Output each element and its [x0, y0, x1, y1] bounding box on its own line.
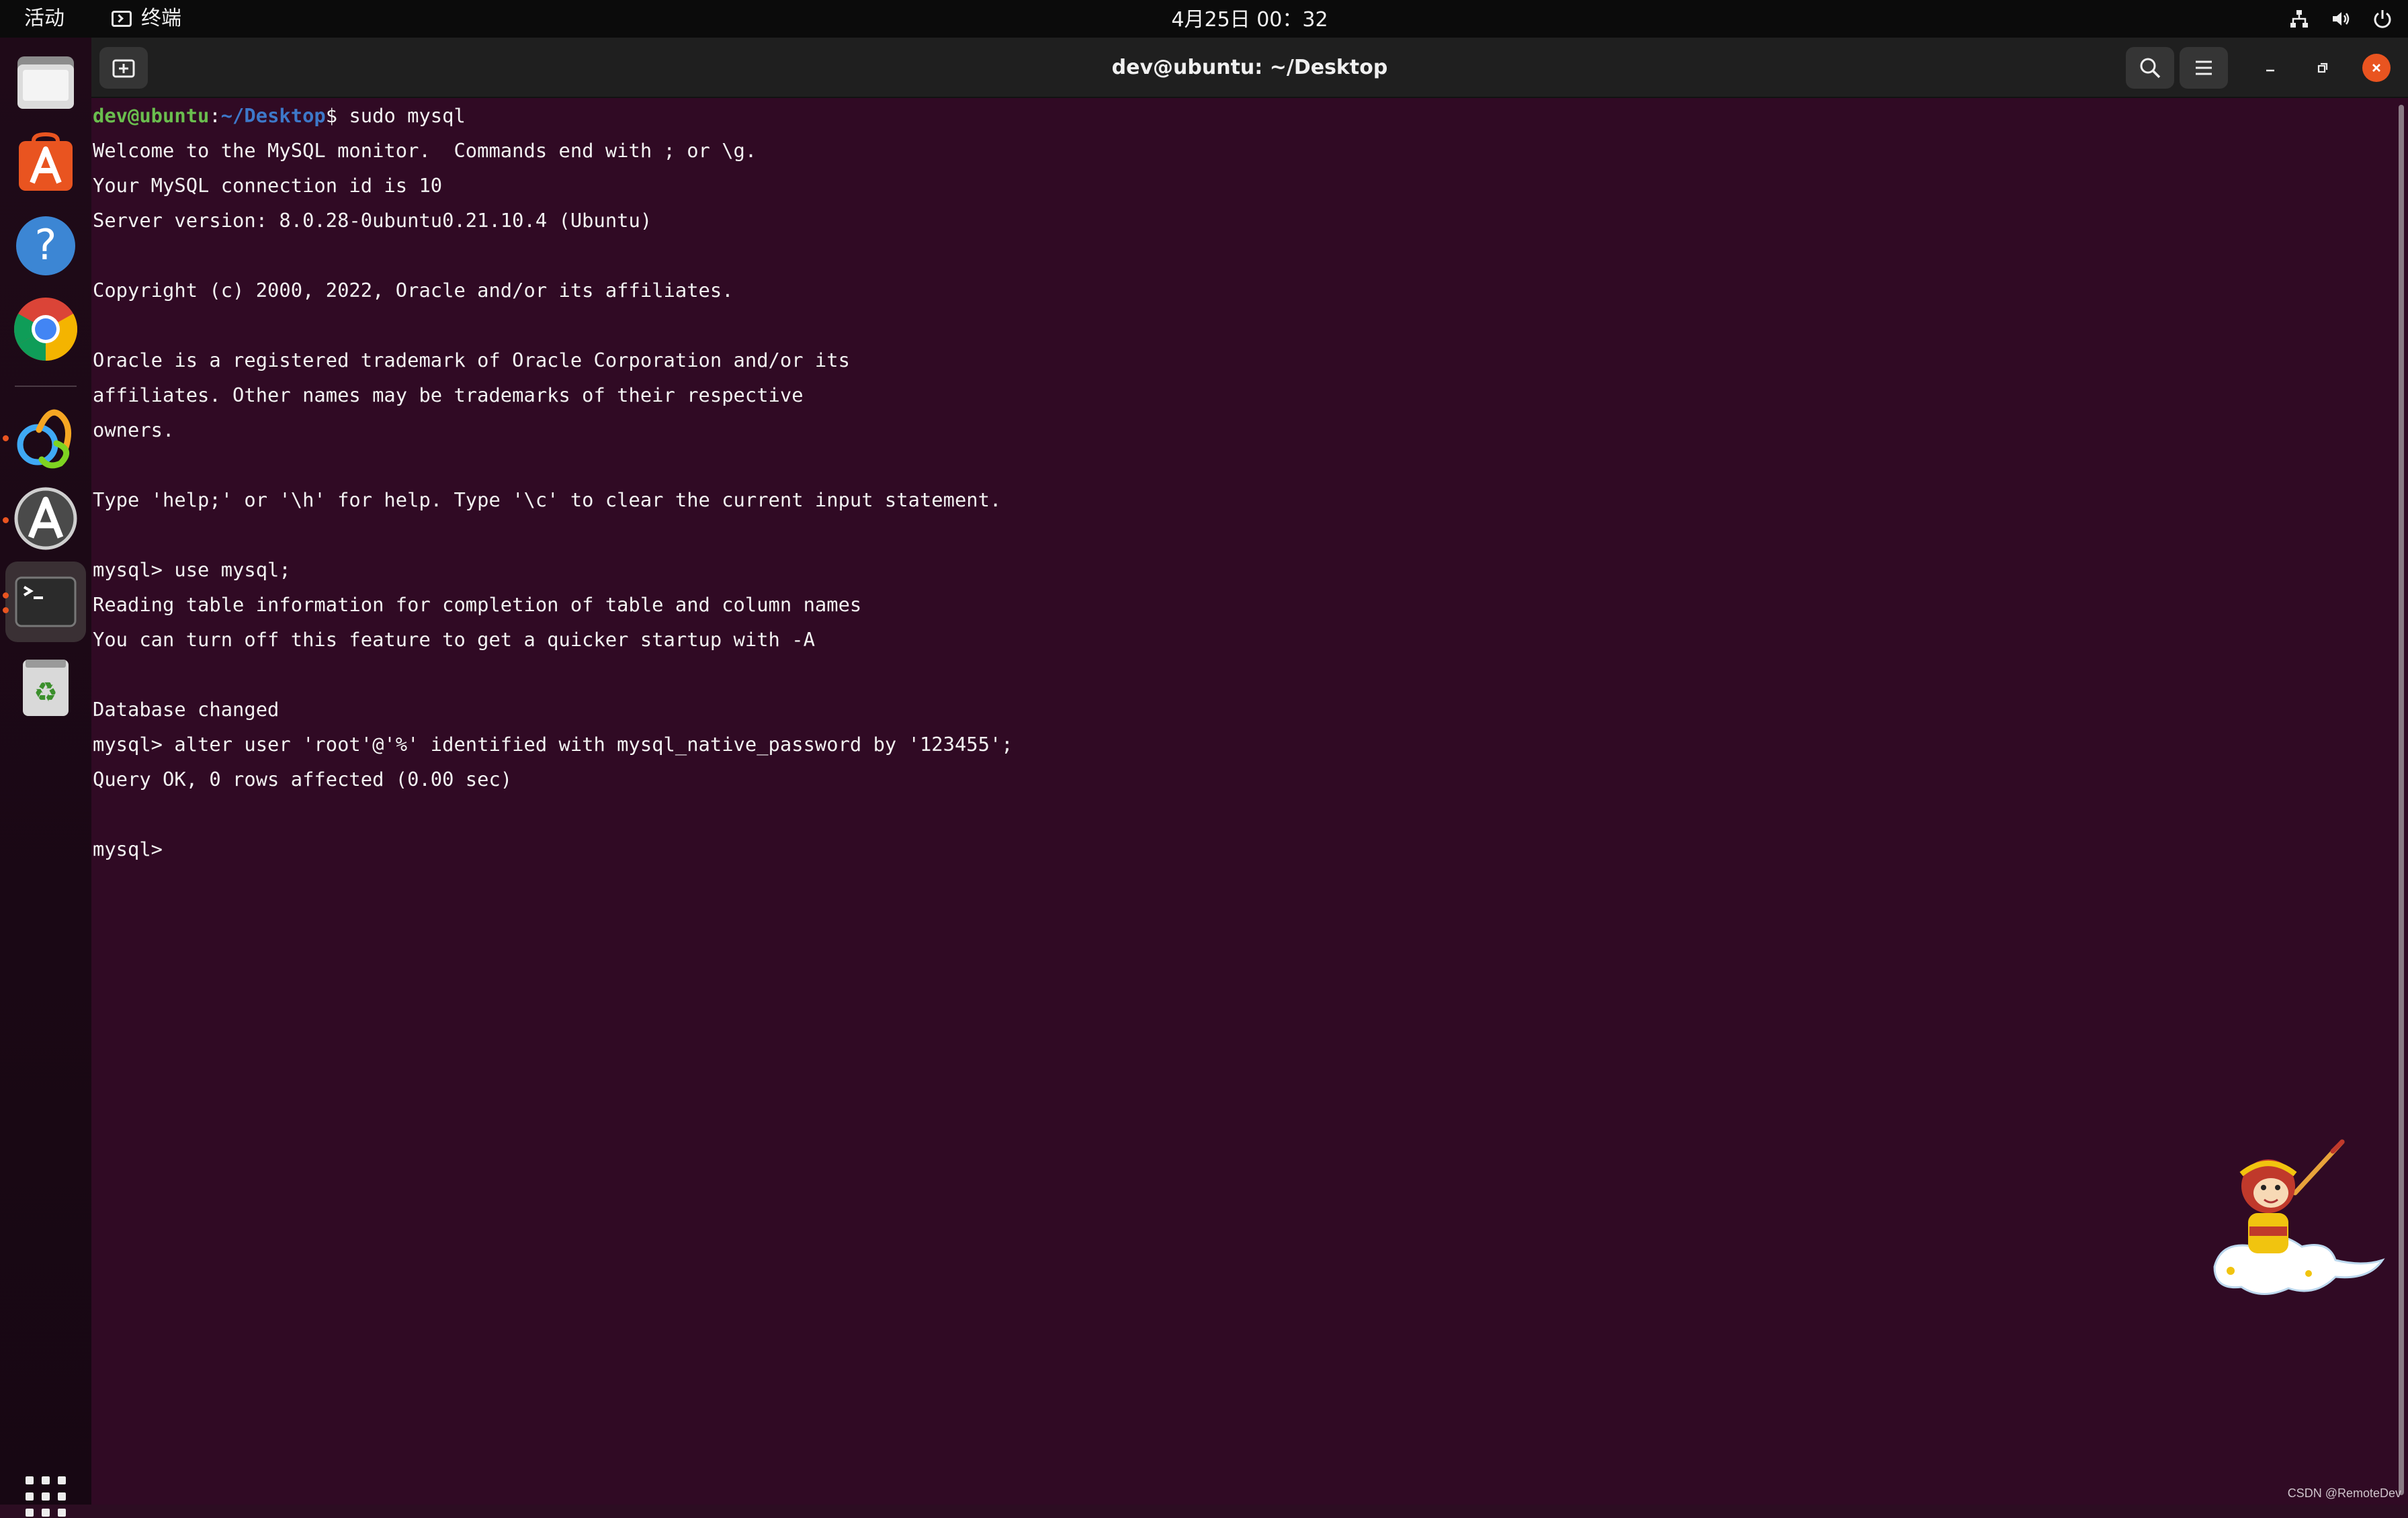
- terminal-line: Oracle is a registered trademark of Orac…: [93, 343, 2400, 377]
- volume-icon: [2330, 8, 2352, 30]
- search-button[interactable]: [2126, 47, 2174, 89]
- hamburger-menu-icon: [2194, 59, 2214, 77]
- navicat-icon: [12, 403, 79, 470]
- minimize-icon: [2264, 61, 2277, 75]
- mysql-prompt: mysql>: [93, 838, 174, 860]
- svg-text:?: ?: [35, 220, 57, 269]
- terminal-cursor: [174, 838, 185, 862]
- terminal-line: Copyright (c) 2000, 2022, Oracle and/or …: [93, 273, 2400, 308]
- minimize-button[interactable]: [2256, 54, 2284, 82]
- terminal-line: [93, 238, 2400, 273]
- dock-item-software-updater[interactable]: [5, 478, 86, 559]
- menu-button[interactable]: [2180, 47, 2228, 89]
- terminal-line: Welcome to the MySQL monitor. Commands e…: [93, 133, 2400, 168]
- terminal-output[interactable]: dev@ubuntu:~/Desktop$ sudo mysql Welcome…: [91, 98, 2400, 1505]
- terminal-line: mysql> alter user 'root'@'%' identified …: [93, 727, 2400, 762]
- network-icon: [2288, 8, 2310, 30]
- terminal-line: Type 'help;' or '\h' for help. Type '\c'…: [93, 482, 2400, 517]
- dock-item-terminal[interactable]: [5, 562, 86, 642]
- running-indicator: [3, 592, 9, 598]
- clock[interactable]: 4月25日 00：32: [1171, 8, 1328, 32]
- terminal-line: [93, 517, 2400, 552]
- terminal-input-line[interactable]: mysql>: [93, 832, 2400, 866]
- header-bar[interactable]: dev@ubuntu: ~/Desktop: [91, 38, 2408, 98]
- activities-button[interactable]: 活动: [24, 5, 64, 32]
- close-icon: [2370, 61, 2383, 75]
- terminal-line: [93, 657, 2400, 692]
- new-tab-button[interactable]: [99, 47, 148, 89]
- dock-separator: [15, 386, 77, 387]
- terminal-line: Query OK, 0 rows affected (0.00 sec): [93, 762, 2400, 797]
- terminal-prompt-line: dev@ubuntu:~/Desktop$ sudo mysql: [93, 98, 2400, 133]
- window-title: dev@ubuntu: ~/Desktop: [1112, 56, 1388, 79]
- prompt-user-host: dev@ubuntu: [93, 104, 209, 127]
- terminal-line: Server version: 8.0.28-0ubuntu0.21.10.4 …: [93, 203, 2400, 238]
- terminal-icon: [13, 575, 78, 629]
- search-icon: [2139, 56, 2161, 79]
- terminal-window: dev@ubuntu: ~/Desktop: [91, 38, 2408, 1505]
- terminal-line: mysql> use mysql;: [93, 552, 2400, 587]
- running-indicator: [3, 517, 9, 523]
- restore-icon: [2316, 61, 2329, 75]
- software-store-icon: [13, 132, 78, 196]
- new-tab-icon: [112, 58, 135, 78]
- dock-item-navicat[interactable]: [5, 396, 86, 477]
- dock: ?: [0, 38, 91, 1505]
- dock-item-files[interactable]: [5, 42, 86, 122]
- updater-icon: [13, 486, 78, 551]
- monkey-king-mascot-icon: [2201, 1139, 2389, 1327]
- folder-icon: [13, 50, 78, 114]
- power-icon: [2372, 8, 2393, 30]
- top-bar: 活动 终端 4月25日 00：32: [0, 0, 2408, 38]
- running-indicator: [3, 607, 9, 613]
- chrome-icon: [12, 296, 79, 363]
- terminal-line: [93, 447, 2400, 482]
- dock-item-trash[interactable]: ♻: [5, 646, 86, 727]
- app-menu-button[interactable]: 终端: [112, 5, 181, 32]
- dock-item-google-chrome[interactable]: [5, 289, 86, 369]
- terminal-line: You can turn off this feature to get a q…: [93, 622, 2400, 657]
- terminal-icon: [112, 11, 132, 27]
- prompt-separator: :: [209, 104, 220, 127]
- activities-label: 活动: [24, 7, 64, 30]
- close-button[interactable]: [2362, 54, 2391, 82]
- dock-item-ubuntu-software[interactable]: [5, 124, 86, 204]
- watermark: CSDN @RemoteDev: [2288, 1486, 2401, 1501]
- terminal-line: [93, 797, 2400, 832]
- maximize-button[interactable]: [2309, 54, 2337, 82]
- terminal-scrollbar[interactable]: [2399, 105, 2404, 1495]
- running-indicator: [3, 435, 9, 441]
- show-applications-icon[interactable]: [24, 1475, 67, 1518]
- terminal-line: Your MySQL connection id is 10: [93, 168, 2400, 203]
- dock-item-help[interactable]: ?: [5, 206, 86, 286]
- help-icon: ?: [13, 214, 78, 278]
- system-tray[interactable]: [2288, 5, 2393, 32]
- terminal-line: Reading table information for completion…: [93, 587, 2400, 622]
- terminal-line: [93, 308, 2400, 343]
- terminal-line: affiliates. Other names may be trademark…: [93, 377, 2400, 412]
- terminal-line: owners.: [93, 412, 2400, 447]
- svg-text:♻: ♻: [34, 677, 58, 708]
- app-menu-label: 终端: [141, 5, 181, 32]
- terminal-line: Database changed: [93, 692, 2400, 727]
- prompt-command: $ sudo mysql: [326, 104, 466, 127]
- prompt-path: ~/Desktop: [221, 104, 326, 127]
- trash-icon: ♻: [19, 654, 73, 719]
